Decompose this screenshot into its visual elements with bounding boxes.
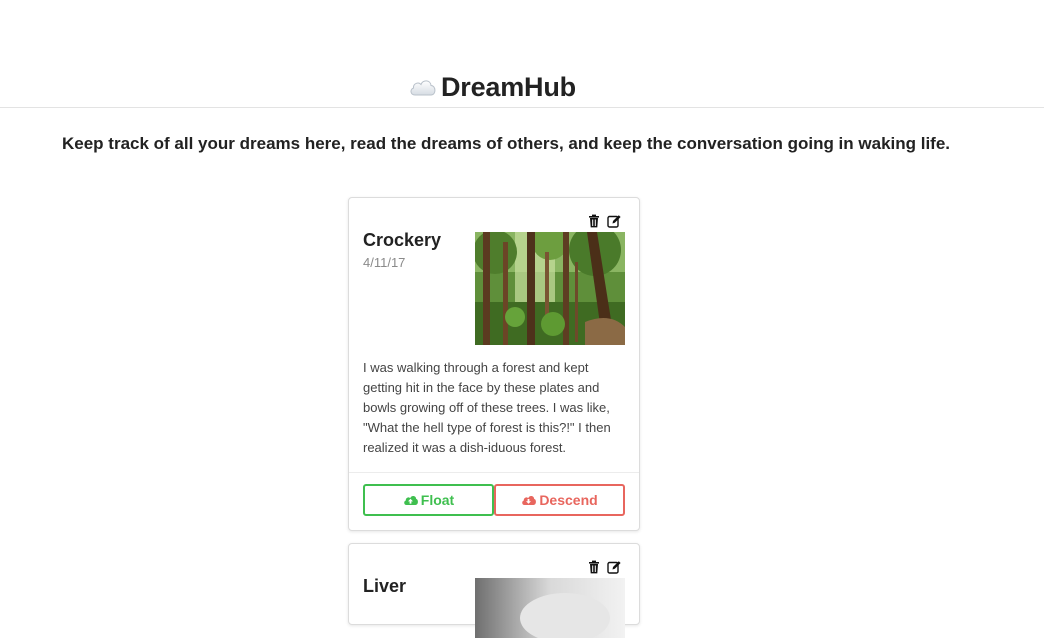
dream-title: Liver [363,576,407,596]
trash-icon[interactable] [587,214,601,228]
brand[interactable]: DreamHub [409,70,576,104]
dream-card: Crockery 4/11/17 I was walking through a… [348,197,640,531]
tagline: Keep track of all your dreams here, read… [62,134,951,153]
edit-icon[interactable] [607,214,621,228]
site-header: DreamHub [0,0,1044,108]
trash-icon[interactable] [587,560,601,574]
float-label: Float [420,492,455,508]
descend-label: Descend [539,492,598,508]
dream-text: I was walking through a forest and kept … [363,360,611,455]
cloud-icon [410,80,436,96]
liver-photo [475,578,625,638]
dream-date: 4/11/17 [363,255,406,270]
float-button[interactable]: Float [363,484,494,516]
card-actions [587,214,621,228]
forest-photo [475,232,625,345]
divider [349,472,639,473]
card-actions [587,560,621,574]
dream-image [475,578,625,638]
brand-title: DreamHub [441,71,576,102]
dream-card: Liver [348,543,640,638]
cloud-upload-icon [403,495,418,505]
edit-icon[interactable] [607,560,621,574]
descend-button[interactable]: Descend [494,484,625,516]
cloud-download-icon [522,495,537,505]
dream-title: Crockery [363,230,442,250]
dream-image [475,232,625,345]
